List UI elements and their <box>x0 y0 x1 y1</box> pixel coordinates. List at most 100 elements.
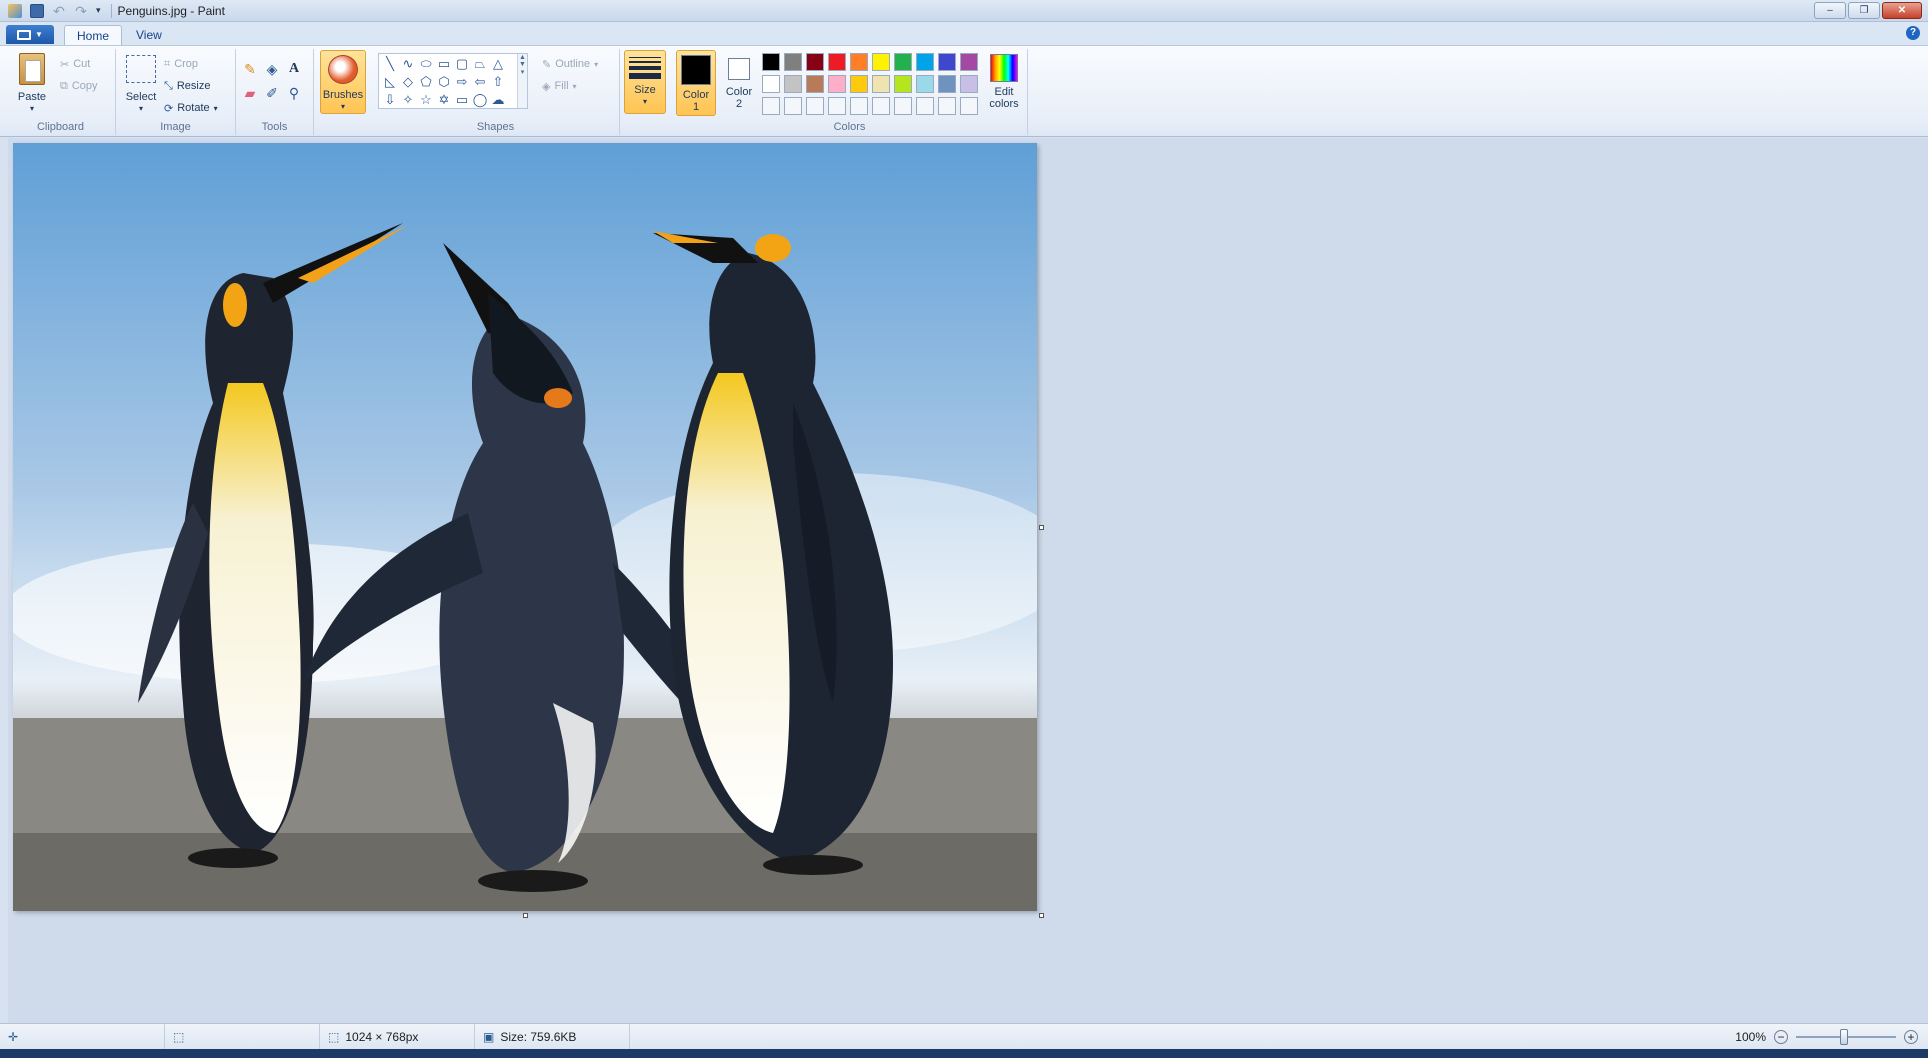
palette-swatch[interactable] <box>938 53 956 71</box>
help-icon[interactable]: ? <box>1906 26 1920 40</box>
palette-swatch[interactable] <box>916 53 934 71</box>
magnifier-icon[interactable]: ⚲ <box>284 83 304 103</box>
rotate-button[interactable]: ⟳ Rotate ▾ <box>164 99 218 117</box>
cloud-callout-shape-icon[interactable]: ☁ <box>489 91 507 109</box>
palette-swatch[interactable] <box>850 75 868 93</box>
fill-bucket-icon[interactable]: ◈ <box>262 59 282 79</box>
size-button[interactable]: Size ▾ <box>624 50 666 114</box>
pencil-icon[interactable]: ✎ <box>240 59 260 79</box>
close-button[interactable]: ✕ <box>1882 2 1922 19</box>
tab-view[interactable]: View <box>124 25 174 45</box>
five-point-star-shape-icon[interactable]: ☆ <box>417 91 435 109</box>
color1-button[interactable]: Color 1 <box>676 50 716 116</box>
palette-swatch[interactable] <box>960 53 978 71</box>
taskbar <box>0 1049 1928 1058</box>
palette-swatch[interactable] <box>916 97 934 115</box>
paint-menu-button[interactable]: ▼ <box>6 25 54 44</box>
palette-swatch[interactable] <box>762 97 780 115</box>
rounded-rectangle-shape-icon[interactable]: ▢ <box>453 55 471 73</box>
brushes-label: Brushes <box>322 89 364 101</box>
palette-swatch[interactable] <box>872 75 890 93</box>
eraser-icon[interactable]: ▰ <box>240 83 260 103</box>
edit-colors-button[interactable]: Edit colors <box>982 54 1026 110</box>
color2-button[interactable]: Color 2 <box>720 54 758 110</box>
palette-swatch[interactable] <box>806 97 824 115</box>
palette-swatch[interactable] <box>784 97 802 115</box>
palette-swatch[interactable] <box>938 97 956 115</box>
customize-quick-access-icon[interactable]: ▾ <box>96 5 101 16</box>
palette-swatch[interactable] <box>960 75 978 93</box>
tools-group-label: Tools <box>261 121 288 133</box>
zoom-slider-thumb[interactable] <box>1840 1029 1848 1045</box>
save-icon[interactable] <box>30 3 44 18</box>
palette-swatch[interactable] <box>762 75 780 93</box>
canvas-resize-handle-right[interactable] <box>1039 525 1044 530</box>
palette-swatch[interactable] <box>894 97 912 115</box>
six-point-star-shape-icon[interactable]: ✡ <box>435 91 453 109</box>
undo-icon[interactable]: ↶ <box>52 4 66 18</box>
oval-shape-icon[interactable]: ⬭ <box>417 55 435 73</box>
zoom-in-icon[interactable]: + <box>1904 1030 1918 1044</box>
up-arrow-shape-icon[interactable]: ⇧ <box>489 73 507 91</box>
palette-swatch[interactable] <box>872 97 890 115</box>
minimize-button[interactable]: – <box>1814 2 1846 19</box>
canvas-resize-handle-corner[interactable] <box>1039 913 1044 918</box>
outline-button[interactable]: ✎ Outline ▾ <box>542 55 598 73</box>
drawing-canvas[interactable] <box>13 143 1037 911</box>
palette-swatch[interactable] <box>762 53 780 71</box>
fill-button[interactable]: ◈ Fill ▾ <box>542 77 577 95</box>
copy-button[interactable]: ⧉ Copy <box>60 77 98 95</box>
palette-swatch[interactable] <box>806 75 824 93</box>
palette-swatch[interactable] <box>894 75 912 93</box>
maximize-button[interactable]: ❐ <box>1848 2 1880 19</box>
right-triangle-shape-icon[interactable]: ◺ <box>381 73 399 91</box>
line-width-icon <box>629 57 661 79</box>
zoom-out-icon[interactable]: − <box>1774 1030 1788 1044</box>
palette-swatch[interactable] <box>872 53 890 71</box>
canvas-workspace[interactable] <box>8 138 1928 1023</box>
select-button[interactable]: Select ▾ <box>122 55 160 115</box>
oval-callout-shape-icon[interactable]: ◯ <box>471 91 489 109</box>
four-point-star-shape-icon[interactable]: ✧ <box>399 91 417 109</box>
paste-button[interactable]: Paste ▾ <box>14 53 50 115</box>
palette-swatch[interactable] <box>828 53 846 71</box>
line-shape-icon[interactable]: ╲ <box>381 55 399 73</box>
cut-button[interactable]: ✂ Cut <box>60 55 90 73</box>
canvas-resize-handle-bottom[interactable] <box>523 913 528 918</box>
resize-button[interactable]: ⤡ Resize <box>164 77 210 95</box>
tab-home[interactable]: Home <box>64 25 123 45</box>
color-picker-icon[interactable]: ✐ <box>262 83 282 103</box>
color1-label-line1: Color <box>682 89 710 101</box>
diamond-shape-icon[interactable]: ◇ <box>399 73 417 91</box>
zoom-slider[interactable] <box>1796 1029 1896 1045</box>
palette-swatch[interactable] <box>894 53 912 71</box>
color2-label-line1: Color <box>725 86 753 98</box>
paint-app-icon[interactable] <box>8 3 22 18</box>
pentagon-shape-icon[interactable]: ⬠ <box>417 73 435 91</box>
triangle-shape-icon[interactable]: △ <box>489 55 507 73</box>
palette-swatch[interactable] <box>916 75 934 93</box>
rectangle-shape-icon[interactable]: ▭ <box>435 55 453 73</box>
palette-swatch[interactable] <box>828 97 846 115</box>
rectangular-callout-shape-icon[interactable]: ▭ <box>453 91 471 109</box>
palette-swatch[interactable] <box>828 75 846 93</box>
palette-swatch[interactable] <box>784 75 802 93</box>
right-arrow-shape-icon[interactable]: ⇨ <box>453 73 471 91</box>
palette-swatch[interactable] <box>784 53 802 71</box>
hexagon-shape-icon[interactable]: ⬡ <box>435 73 453 91</box>
palette-swatch[interactable] <box>806 53 824 71</box>
polygon-shape-icon[interactable]: ⏢ <box>471 55 489 73</box>
palette-swatch[interactable] <box>960 97 978 115</box>
down-arrow-shape-icon[interactable]: ⇩ <box>381 91 399 109</box>
text-icon[interactable]: A <box>284 59 304 79</box>
crop-button[interactable]: ⌗ Crop <box>164 55 198 73</box>
chevron-down-icon: ▾ <box>138 104 143 113</box>
left-arrow-shape-icon[interactable]: ⇦ <box>471 73 489 91</box>
palette-swatch[interactable] <box>850 53 868 71</box>
shapes-scrollbar[interactable]: ▲ ▼ ▾ <box>517 54 527 108</box>
palette-swatch[interactable] <box>938 75 956 93</box>
brushes-button[interactable]: Brushes ▾ <box>320 50 366 114</box>
redo-icon[interactable]: ↷ <box>74 4 88 18</box>
palette-swatch[interactable] <box>850 97 868 115</box>
curve-shape-icon[interactable]: ∿ <box>399 55 417 73</box>
